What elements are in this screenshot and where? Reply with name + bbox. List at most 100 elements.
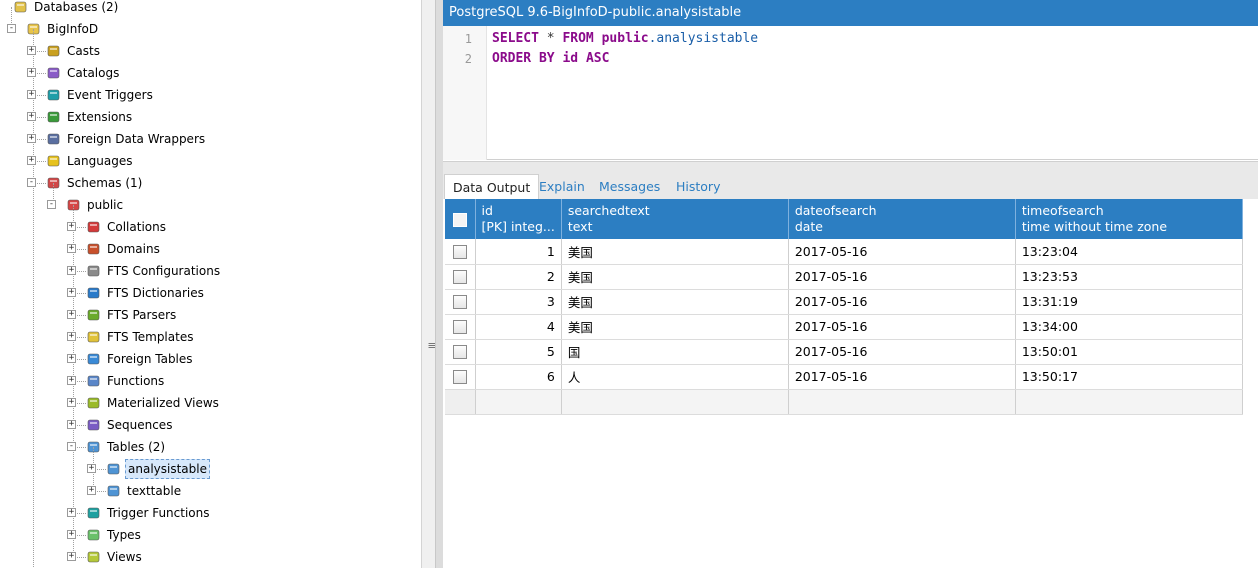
table-row[interactable]: 1 美国 2017-05-16 13:23:04	[445, 239, 1243, 265]
collapse-icon[interactable]: -	[7, 24, 16, 33]
tab-explain[interactable]: Explain	[531, 174, 593, 200]
pane-splitter[interactable]: ≡	[421, 0, 443, 568]
splitter-bar[interactable]	[435, 0, 443, 568]
expand-icon[interactable]: +	[67, 332, 76, 341]
new-row-cell[interactable]	[445, 389, 476, 415]
tree-item-trigger-functions[interactable]: Trigger Functions	[86, 503, 212, 523]
expand-icon[interactable]: +	[67, 244, 76, 253]
cell-id[interactable]: 4	[475, 314, 562, 340]
expand-icon[interactable]: +	[87, 464, 96, 473]
select-all-checkbox[interactable]	[452, 212, 467, 227]
table-row[interactable]: 4 美国 2017-05-16 13:34:00	[445, 314, 1243, 340]
table-row[interactable]: 5 国 2017-05-16 13:50:01	[445, 339, 1243, 365]
table-row[interactable]: 3 美国 2017-05-16 13:31:19	[445, 289, 1243, 315]
expand-icon[interactable]: +	[67, 508, 76, 517]
tree-item-fts-dictionaries[interactable]: FTS Dictionaries	[86, 283, 206, 303]
new-row-cell[interactable]	[475, 389, 562, 415]
row-checkbox[interactable]	[452, 320, 467, 335]
tree-item-catalogs[interactable]: Catalogs	[46, 63, 121, 83]
cell-id[interactable]: 2	[475, 264, 562, 290]
cell-id[interactable]: 3	[475, 289, 562, 315]
cell-dateofsearch[interactable]: 2017-05-16	[788, 364, 1016, 390]
expand-icon[interactable]: +	[67, 354, 76, 363]
row-checkbox[interactable]	[452, 245, 467, 259]
new-row-cell[interactable]	[1015, 389, 1243, 415]
cell-dateofsearch[interactable]: 2017-05-16	[788, 339, 1016, 365]
code-line-1[interactable]: SELECT * FROM public.analysistable	[492, 31, 758, 46]
cell-timeofsearch[interactable]: 13:34:00	[1015, 314, 1243, 340]
cell-dateofsearch[interactable]: 2017-05-16	[788, 289, 1016, 315]
tree-item-languages[interactable]: Languages	[46, 151, 134, 171]
tree-item-functions[interactable]: Functions	[86, 371, 166, 391]
row-select-cell[interactable]	[445, 264, 476, 290]
expand-icon[interactable]: +	[67, 266, 76, 275]
cell-searchedtext[interactable]: 美国	[561, 314, 789, 340]
expand-icon[interactable]: +	[27, 134, 36, 143]
cell-dateofsearch[interactable]: 2017-05-16	[788, 314, 1016, 340]
select-all-cell[interactable]	[445, 199, 476, 239]
cell-dateofsearch[interactable]: 2017-05-16	[788, 239, 1016, 265]
tree-item-extensions[interactable]: Extensions	[46, 107, 134, 127]
expand-icon[interactable]: +	[27, 90, 36, 99]
cell-timeofsearch[interactable]: 13:50:17	[1015, 364, 1243, 390]
tree-item-materialized-views[interactable]: Materialized Views	[86, 393, 221, 413]
expand-icon[interactable]: +	[67, 552, 76, 561]
new-row-cell[interactable]	[788, 389, 1016, 415]
row-checkbox[interactable]	[452, 270, 467, 285]
tab-data-output[interactable]: Data Output	[444, 174, 540, 200]
tree-item-event-triggers[interactable]: Event Triggers	[46, 85, 155, 105]
row-checkbox[interactable]	[452, 295, 467, 310]
tree-item-fts-templates[interactable]: FTS Templates	[86, 327, 195, 347]
tree-item-fts-configurations[interactable]: FTS Configurations	[86, 261, 222, 281]
cell-searchedtext[interactable]: 美国	[561, 289, 789, 315]
table-row[interactable]: 6 人 2017-05-16 13:50:17	[445, 364, 1243, 390]
column-header-dateofsearch[interactable]: dateofsearch date	[788, 199, 1016, 239]
tree-item-schemas[interactable]: Schemas (1)	[46, 173, 144, 193]
expand-icon[interactable]: +	[67, 222, 76, 231]
cell-searchedtext[interactable]: 美国	[561, 239, 789, 265]
column-header-searchedtext[interactable]: searchedtext text	[561, 199, 789, 239]
cell-timeofsearch[interactable]: 13:31:19	[1015, 289, 1243, 315]
row-select-cell[interactable]	[445, 364, 476, 390]
tree-item-views[interactable]: Views	[86, 547, 144, 567]
tree-item-collations[interactable]: Collations	[86, 217, 168, 237]
tree-item-table-texttable[interactable]: texttable	[106, 481, 183, 501]
cell-id[interactable]: 1	[475, 239, 562, 265]
tree-item-tables[interactable]: Tables (2)	[86, 437, 167, 457]
expand-icon[interactable]: +	[27, 46, 36, 55]
sql-editor[interactable]: 1 2 SELECT * FROM public.analysistable O…	[443, 26, 1258, 160]
cell-searchedtext[interactable]: 国	[561, 339, 789, 365]
tree-item-foreign-tables[interactable]: Foreign Tables	[86, 349, 195, 369]
row-select-cell[interactable]	[445, 339, 476, 365]
expand-icon[interactable]: +	[87, 486, 96, 495]
expand-icon[interactable]: +	[67, 420, 76, 429]
cell-searchedtext[interactable]: 人	[561, 364, 789, 390]
expand-icon[interactable]: +	[27, 156, 36, 165]
tree-item-fts-parsers[interactable]: FTS Parsers	[86, 305, 178, 325]
expand-icon[interactable]: +	[67, 288, 76, 297]
cell-timeofsearch[interactable]: 13:23:53	[1015, 264, 1243, 290]
tree-item-domains[interactable]: Domains	[86, 239, 162, 259]
table-row[interactable]: 2 美国 2017-05-16 13:23:53	[445, 264, 1243, 290]
expand-icon[interactable]: +	[67, 398, 76, 407]
tree-item-casts[interactable]: Casts	[46, 41, 102, 61]
tree-item-biginfod[interactable]: BigInfoD	[26, 19, 100, 39]
tree-item-foreign-data-wrappers[interactable]: Foreign Data Wrappers	[46, 129, 207, 149]
cell-dateofsearch[interactable]: 2017-05-16	[788, 264, 1016, 290]
row-select-cell[interactable]	[445, 314, 476, 340]
expand-icon[interactable]: +	[67, 376, 76, 385]
new-row[interactable]	[445, 389, 1243, 415]
cell-searchedtext[interactable]: 美国	[561, 264, 789, 290]
row-select-cell[interactable]	[445, 239, 476, 265]
tab-history[interactable]: History	[668, 174, 728, 200]
expand-icon[interactable]: +	[27, 112, 36, 121]
expand-icon[interactable]: +	[67, 310, 76, 319]
cell-id[interactable]: 6	[475, 364, 562, 390]
cell-id[interactable]: 5	[475, 339, 562, 365]
column-header-timeofsearch[interactable]: timeofsearch time without time zone	[1015, 199, 1243, 239]
tree-item-public[interactable]: public	[66, 195, 125, 215]
cell-timeofsearch[interactable]: 13:50:01	[1015, 339, 1243, 365]
tree-item-sequences[interactable]: Sequences	[86, 415, 174, 435]
row-checkbox[interactable]	[452, 370, 467, 385]
collapse-icon[interactable]: -	[47, 200, 56, 209]
